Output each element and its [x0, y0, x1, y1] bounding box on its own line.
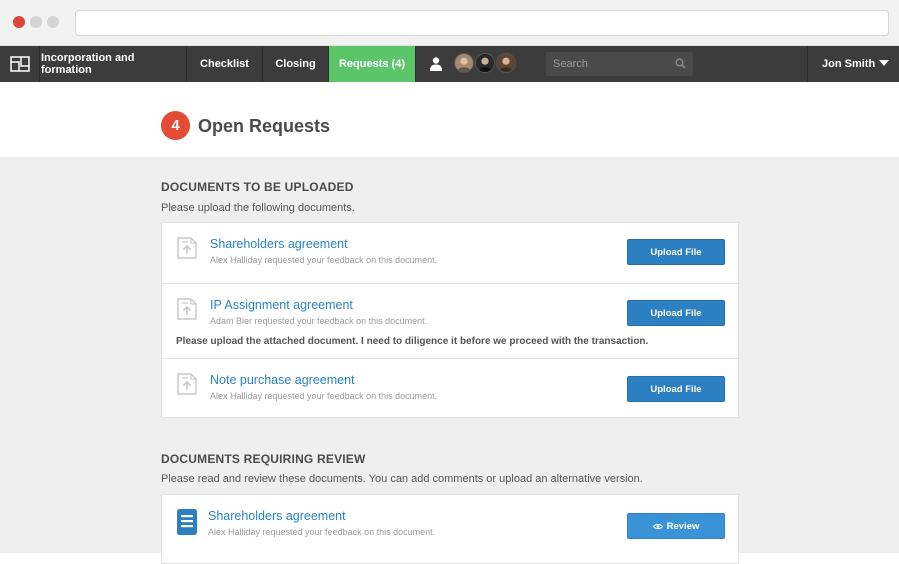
request-note: Please upload the attached document. I n… [176, 336, 649, 347]
review-button[interactable]: Review [627, 513, 725, 539]
review-section-title: DOCUMENTS REQUIRING REVIEW [161, 452, 366, 466]
close-window-button[interactable] [13, 16, 25, 28]
user-icon[interactable] [429, 56, 443, 72]
divider [162, 358, 738, 359]
upload-document-icon [177, 298, 197, 320]
top-nav: Incorporation and formation Checklist Cl… [0, 46, 899, 82]
page-title: Open Requests [198, 116, 331, 136]
document-meta: Adam Bier requested your feedback on thi… [210, 316, 428, 326]
browser-chrome [0, 0, 899, 46]
upload-file-button[interactable]: Upload File [627, 239, 725, 265]
review-section-subtitle: Please read and review these documents. … [161, 473, 643, 485]
upload-section-title: DOCUMENTS TO BE UPLOADED [161, 180, 354, 194]
eye-icon [652, 523, 663, 529]
upload-document-icon [177, 373, 197, 395]
tab-closing[interactable]: Closing [263, 46, 329, 82]
request-count-badge: 4 [161, 111, 190, 140]
document-title-link[interactable]: Shareholders agreement [210, 237, 348, 251]
document-meta: Alex Halliday requested your feedback on… [210, 391, 438, 401]
search-icon[interactable] [675, 58, 686, 69]
chevron-down-icon [879, 60, 889, 66]
search-input[interactable] [546, 52, 666, 76]
divider [162, 283, 738, 284]
upload-documents-card: Shareholders agreement Alex Halliday req… [161, 222, 739, 418]
document-title-link[interactable]: IP Assignment agreement [210, 298, 353, 312]
search-box [546, 52, 693, 76]
tab-checklist[interactable]: Checklist [187, 46, 263, 82]
user-menu[interactable]: Jon Smith [807, 46, 899, 82]
maximize-window-button[interactable] [47, 16, 59, 28]
upload-section-subtitle: Please upload the following documents. [161, 202, 355, 214]
user-name: Jon Smith [822, 58, 876, 70]
avatar[interactable] [496, 53, 516, 73]
document-title-link[interactable]: Note purchase agreement [210, 373, 355, 387]
review-documents-card: Shareholders agreement Alex Halliday req… [161, 494, 739, 564]
minimize-window-button[interactable] [30, 16, 42, 28]
avatar[interactable] [475, 53, 495, 73]
app-logo-icon[interactable] [0, 46, 40, 82]
upload-document-icon [177, 237, 197, 259]
document-meta: Alex Halliday requested your feedback on… [208, 527, 436, 537]
tab-requests[interactable]: Requests (4) [329, 46, 416, 82]
tab-incorporation[interactable]: Incorporation and formation [41, 46, 187, 82]
upload-file-button[interactable]: Upload File [627, 376, 725, 402]
document-icon [177, 509, 197, 535]
main-content: DOCUMENTS TO BE UPLOADED Please upload t… [0, 157, 899, 564]
address-bar[interactable] [75, 10, 889, 36]
review-button-label: Review [666, 520, 700, 532]
page-header: 4 Open Requests [0, 82, 899, 157]
avatar[interactable] [454, 53, 474, 73]
document-title-link[interactable]: Shareholders agreement [208, 509, 346, 523]
document-meta: Alex Halliday requested your feedback on… [210, 255, 438, 265]
upload-file-button[interactable]: Upload File [627, 300, 725, 326]
